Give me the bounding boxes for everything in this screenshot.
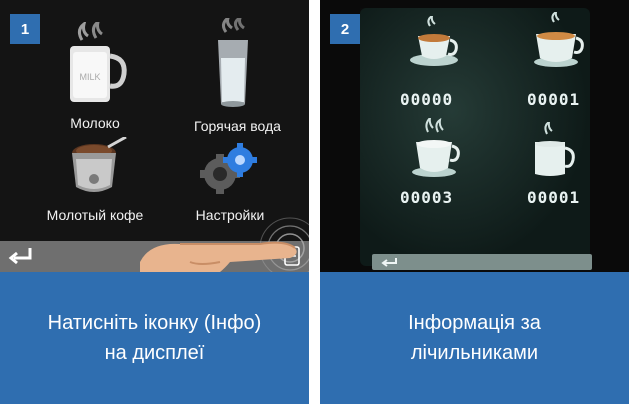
step-number-badge: 2 [330, 14, 360, 44]
lcd-bottom-bar [372, 254, 592, 270]
counter-value-4: 00001 [527, 188, 581, 207]
cappuccino-cup-icon [412, 118, 460, 177]
step-2-caption: Інформація за лічильниками [320, 272, 629, 404]
svg-text:MILK: MILK [79, 72, 100, 82]
step-1-panel: MILK Молоко Горячая вода Молотый кофе На… [0, 0, 309, 404]
caption-line-2: на дисплеї [104, 342, 205, 364]
espresso-cup-icon [410, 16, 458, 66]
ground-coffee-icon[interactable] [64, 137, 130, 199]
caption-line-2: лічильниками [410, 342, 539, 364]
hot-water-glass-icon[interactable] [208, 18, 258, 110]
coffee-cup-icon [534, 12, 584, 67]
coffee-machine-menu-screen: MILK Молоко Горячая вода Молотый кофе На… [0, 0, 309, 272]
back-arrow-icon[interactable] [378, 256, 400, 268]
counter-value-3: 00003 [400, 188, 454, 207]
back-arrow-icon[interactable] [6, 244, 36, 266]
counter-info-screen: 00000 00001 00003 00001 [320, 0, 629, 272]
caption-line-1: Натисніть іконку (Інфо) [47, 312, 262, 334]
counter-value-1: 00000 [400, 90, 454, 109]
milk-cup-icon[interactable]: MILK [62, 22, 130, 112]
step-2-panel: 00000 00001 00003 00001 2 Інформація за … [320, 0, 629, 404]
pointing-hand-icon [140, 241, 297, 272]
caption-line-1: Інформація за [408, 312, 541, 334]
counter-value-2: 00001 [527, 90, 581, 109]
step-1-caption: Натисніть іконку (Інфо) на дисплеї [0, 272, 309, 404]
latte-mug-icon [535, 122, 575, 176]
step-number-badge: 1 [10, 14, 40, 44]
settings-gears-icon[interactable] [200, 142, 260, 198]
menu-label-milk[interactable]: Молоко [40, 115, 150, 131]
menu-label-ground-coffee[interactable]: Молотый кофе [25, 207, 165, 223]
menu-label-hot-water[interactable]: Горячая вода [175, 118, 300, 134]
